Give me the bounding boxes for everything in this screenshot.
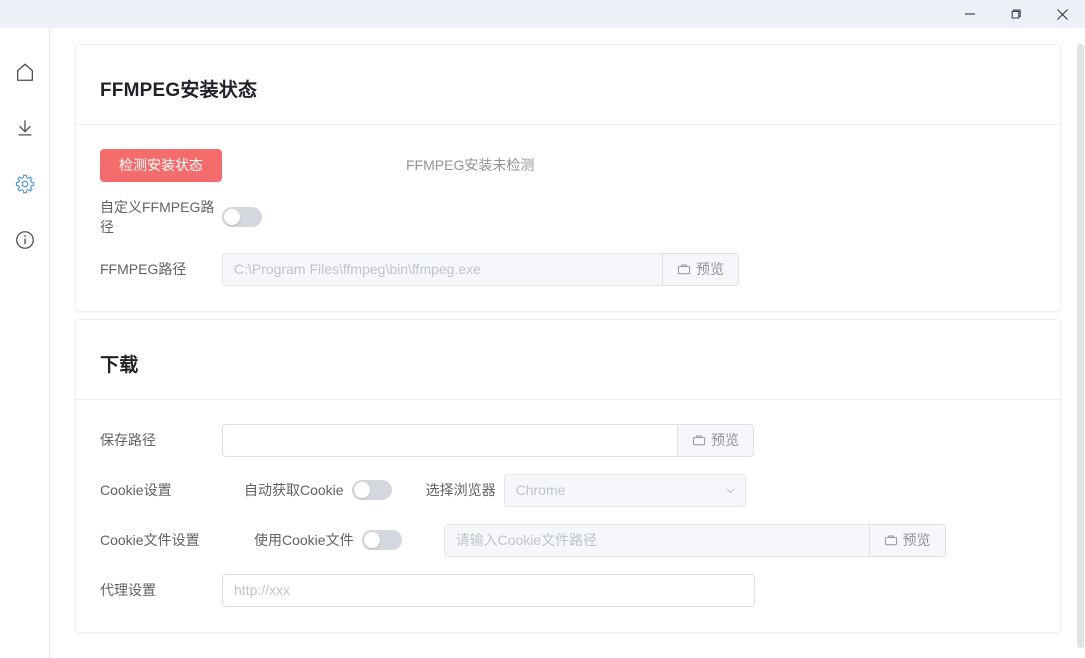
browser-select-label: 选择浏览器 bbox=[425, 482, 496, 498]
ffmpeg-path-row: FFMPEG路径 预览 bbox=[100, 251, 1036, 287]
cookie-settings-label: Cookie设置 bbox=[100, 482, 172, 498]
close-button[interactable] bbox=[1039, 0, 1085, 28]
download-card-header: 下载 bbox=[76, 320, 1060, 400]
cookie-file-label: Cookie文件设置 bbox=[100, 532, 200, 548]
ffmpeg-path-browse-button[interactable]: 预览 bbox=[662, 252, 739, 286]
cookie-settings-row: Cookie设置 自动获取Cookie 选择浏览器 Chrome bbox=[100, 472, 1036, 508]
ffmpeg-status-text: FFMPEG安装未检测 bbox=[406, 157, 535, 173]
cookie-file-row: Cookie文件设置 使用Cookie文件 预览 bbox=[100, 522, 1036, 558]
toggle-knob bbox=[363, 532, 380, 548]
ffmpeg-path-browse-label: 预览 bbox=[696, 261, 724, 277]
ffmpeg-status-card: FFMPEG安装状态 检测安装状态 FFMPEG安装未检测 自定义FFMPEG路… bbox=[75, 44, 1061, 312]
save-path-input-group: 预览 bbox=[222, 423, 754, 457]
cookie-file-input-group: 预览 bbox=[443, 523, 946, 557]
ffmpeg-card-header: FFMPEG安装状态 bbox=[76, 45, 1060, 125]
toggle-knob bbox=[353, 482, 370, 498]
proxy-label: 代理设置 bbox=[100, 582, 156, 598]
maximize-icon bbox=[1011, 9, 1021, 19]
vertical-scrollbar[interactable] bbox=[1076, 28, 1085, 658]
download-section-title: 下载 bbox=[100, 355, 139, 376]
home-icon bbox=[16, 63, 33, 81]
sidebar-item-download[interactable] bbox=[0, 100, 50, 156]
use-cookie-file-label: 使用Cookie文件 bbox=[254, 532, 354, 548]
ffmpeg-path-input-group: 预览 bbox=[222, 252, 739, 286]
folder-icon bbox=[692, 435, 706, 446]
cookie-file-browse-label: 预览 bbox=[902, 532, 931, 548]
sidebar-item-settings[interactable] bbox=[0, 156, 50, 212]
save-path-browse-button[interactable]: 预览 bbox=[677, 423, 754, 457]
browser-select-value: Chrome bbox=[503, 473, 746, 507]
save-path-browse-label: 预览 bbox=[711, 432, 739, 448]
scrollbar-thumb[interactable] bbox=[1077, 44, 1084, 648]
maximize-button[interactable] bbox=[993, 0, 1039, 28]
page-title: FFMPEG安装状态 bbox=[100, 80, 258, 101]
custom-ffmpeg-path-toggle[interactable] bbox=[222, 207, 262, 227]
save-path-row: 保存路径 预览 bbox=[100, 422, 1036, 458]
ffmpeg-path-input[interactable] bbox=[222, 252, 662, 286]
settings-scroll-pane: FFMPEG安装状态 检测安装状态 FFMPEG安装未检测 自定义FFMPEG路… bbox=[51, 28, 1085, 658]
download-card-body: 保存路径 预览 Cookie设置 自动获取Cookie 选择浏览器 Chrome… bbox=[76, 400, 1060, 632]
save-path-input[interactable] bbox=[222, 423, 677, 457]
sidebar-item-home[interactable] bbox=[0, 44, 50, 100]
window-titlebar bbox=[0, 0, 1085, 28]
browser-select[interactable]: Chrome bbox=[503, 473, 746, 507]
gear-icon bbox=[15, 174, 34, 194]
save-path-label: 保存路径 bbox=[100, 432, 156, 448]
download-icon bbox=[18, 120, 31, 136]
folder-icon bbox=[677, 264, 691, 275]
ffmpeg-card-body: 检测安装状态 FFMPEG安装未检测 自定义FFMPEG路径 FFMPEG路径 bbox=[76, 125, 1060, 311]
close-icon bbox=[1056, 8, 1068, 20]
minimize-icon bbox=[965, 13, 975, 15]
toggle-knob bbox=[224, 209, 240, 225]
ffmpeg-detect-row: 检测安装状态 FFMPEG安装未检测 bbox=[100, 147, 1036, 183]
download-settings-card: 下载 保存路径 预览 Cookie设置 自动获取Cookie 选择浏览器 Chr… bbox=[75, 319, 1061, 633]
minimize-button[interactable] bbox=[947, 0, 993, 28]
folder-icon bbox=[884, 535, 897, 546]
use-cookie-file-toggle[interactable] bbox=[361, 530, 402, 550]
info-icon bbox=[15, 231, 34, 249]
proxy-input[interactable] bbox=[222, 573, 755, 607]
settings-content: FFMPEG安装状态 检测安装状态 FFMPEG安装未检测 自定义FFMPEG路… bbox=[51, 28, 1085, 658]
auto-cookie-toggle[interactable] bbox=[351, 480, 392, 500]
proxy-row: 代理设置 bbox=[100, 572, 1036, 608]
auto-cookie-label: 自动获取Cookie bbox=[244, 482, 344, 498]
cookie-file-browse-button[interactable]: 预览 bbox=[868, 523, 946, 557]
custom-ffmpeg-path-label: 自定义FFMPEG路径 bbox=[100, 199, 215, 235]
detect-install-button[interactable]: 检测安装状态 bbox=[100, 148, 222, 182]
cookie-file-input[interactable] bbox=[443, 523, 869, 557]
sidebar-nav bbox=[0, 28, 50, 658]
sidebar-item-info[interactable] bbox=[0, 212, 50, 268]
custom-ffmpeg-path-row: 自定义FFMPEG路径 bbox=[100, 197, 1036, 237]
ffmpeg-path-label: FFMPEG路径 bbox=[100, 261, 187, 277]
